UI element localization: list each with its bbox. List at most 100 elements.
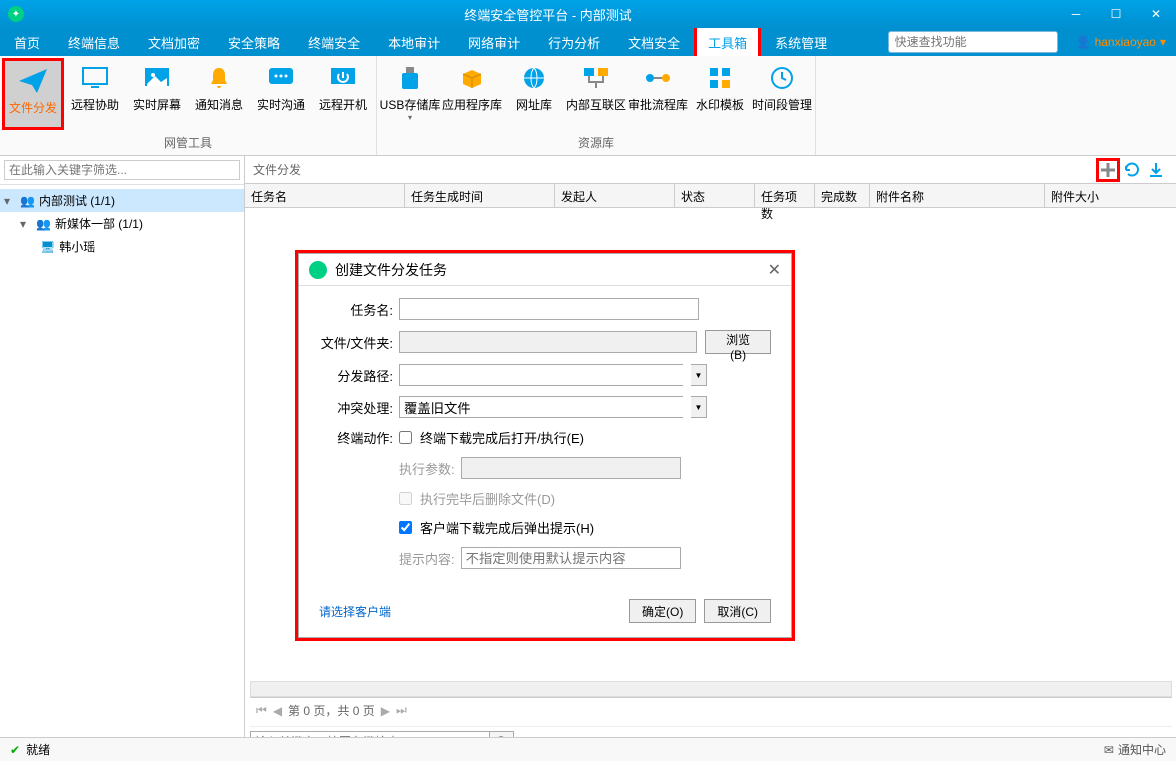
- chevron-down-icon: ▾: [1160, 35, 1166, 49]
- tree-node-dept[interactable]: ▾ 👥 新媒体一部 (1/1): [0, 212, 244, 235]
- ribbon-watermark[interactable]: 水印模板: [689, 58, 751, 130]
- expand-icon: ▾: [4, 194, 16, 208]
- menu-sysadmin[interactable]: 系统管理: [761, 28, 841, 56]
- label-taskname: 任务名:: [319, 300, 399, 319]
- minimize-button[interactable]: ─: [1064, 2, 1088, 26]
- menu-doc-encrypt[interactable]: 文档加密: [134, 28, 214, 56]
- tree-label: 新媒体一部 (1/1): [55, 215, 143, 232]
- monitor-icon: [79, 64, 111, 92]
- cancel-button[interactable]: 取消(C): [704, 599, 771, 623]
- exec-params-input: [461, 457, 681, 479]
- ok-button[interactable]: 确定(O): [629, 599, 696, 623]
- page-info: 第 0 页，共 0 页: [288, 702, 375, 719]
- dialog-title-text: 创建文件分发任务: [335, 260, 768, 280]
- ribbon-group-resources: USB存储库 ▾ 应用程序库 网址库 内部互联区 审批流程库 水印模板: [377, 56, 816, 155]
- tree-label: 韩小瑶: [59, 238, 95, 255]
- conflict-select[interactable]: [399, 396, 683, 418]
- page-prev[interactable]: ◀: [273, 704, 282, 718]
- col-attach-name[interactable]: 附件名称: [870, 184, 1045, 207]
- menu-terminal-security[interactable]: 终端安全: [294, 28, 374, 56]
- statusbar: ✔ 就绪 ✉ 通知中心: [0, 737, 1176, 761]
- ribbon-notify-message[interactable]: 通知消息: [188, 58, 250, 130]
- taskname-input[interactable]: [399, 298, 699, 320]
- file-folder-input[interactable]: [399, 331, 697, 353]
- page-last[interactable]: ⏭: [396, 703, 407, 718]
- dialog-icon: [309, 261, 327, 279]
- main-title: 文件分发: [253, 161, 1096, 178]
- tip-content-input[interactable]: [461, 547, 681, 569]
- notify-center[interactable]: ✉ 通知中心: [1104, 741, 1166, 758]
- user-menu[interactable]: 👤 hanxiaoyao ▾: [1066, 35, 1176, 49]
- menu-toolbox[interactable]: 工具箱: [694, 28, 761, 56]
- pagination: ⏮ ◀ 第 0 页，共 0 页 ▶ ⏭: [250, 697, 1172, 723]
- col-done[interactable]: 完成数: [815, 184, 870, 207]
- download-button[interactable]: [1144, 158, 1168, 182]
- tree-label: 内部测试 (1/1): [39, 192, 115, 209]
- group-icon: 👥: [36, 217, 51, 231]
- browse-button[interactable]: 浏览(B): [705, 330, 771, 354]
- distribute-path-input[interactable]: [399, 364, 683, 386]
- label-tip-content: 提示内容:: [399, 549, 461, 568]
- picture-icon: [141, 64, 173, 92]
- ribbon-file-distribute[interactable]: 文件分发: [2, 58, 64, 130]
- conflict-dropdown[interactable]: ▼: [691, 396, 707, 418]
- mail-icon: ✉: [1104, 743, 1114, 757]
- app-logo-icon: ✦: [8, 6, 24, 22]
- globe-icon: [518, 64, 550, 92]
- label-conflict: 冲突处理:: [319, 398, 399, 417]
- clock-icon: [766, 64, 798, 92]
- ribbon-group-label: 资源库: [377, 132, 815, 155]
- computer-icon: 🖥: [40, 240, 55, 254]
- user-name: hanxiaoyao: [1095, 35, 1156, 49]
- ribbon-app-library[interactable]: 应用程序库: [441, 58, 503, 130]
- create-task-dialog: 创建文件分发任务 ✕ 任务名: 文件/文件夹: 浏览(B) 分发路径: ▼: [295, 250, 795, 641]
- tree-node-user[interactable]: 🖥 韩小瑶: [0, 235, 244, 258]
- col-items[interactable]: 任务项数: [755, 184, 815, 207]
- col-initiator[interactable]: 发起人: [555, 184, 675, 207]
- sidebar-filter-input[interactable]: [4, 160, 240, 180]
- dialog-close-button[interactable]: ✕: [768, 260, 781, 280]
- ribbon-realtime-screen[interactable]: 实时屏幕: [126, 58, 188, 130]
- menu-security-policy[interactable]: 安全策略: [214, 28, 294, 56]
- col-time[interactable]: 任务生成时间: [405, 184, 555, 207]
- tree: ▾ 👥 内部测试 (1/1) ▾ 👥 新媒体一部 (1/1) 🖥 韩小瑶: [0, 185, 244, 262]
- menu-terminal-info[interactable]: 终端信息: [54, 28, 134, 56]
- menu-network-audit[interactable]: 网络审计: [454, 28, 534, 56]
- page-next[interactable]: ▶: [381, 704, 390, 718]
- ribbon-approval-flow[interactable]: 审批流程库: [627, 58, 689, 130]
- dialog-titlebar: 创建文件分发任务 ✕: [299, 254, 791, 286]
- ribbon-remote-power[interactable]: 远程开机: [312, 58, 374, 130]
- select-client-link[interactable]: 请选择客户端: [319, 603, 391, 620]
- menu-behavior[interactable]: 行为分析: [534, 28, 614, 56]
- col-attach-size[interactable]: 附件大小: [1045, 184, 1176, 207]
- ribbon-time-manage[interactable]: 时间段管理: [751, 58, 813, 130]
- popup-checkbox[interactable]: [399, 521, 412, 534]
- menu-home[interactable]: 首页: [0, 28, 54, 56]
- global-search: [888, 31, 1058, 53]
- menu-doc-security[interactable]: 文档安全: [614, 28, 694, 56]
- execute-checkbox[interactable]: [399, 431, 412, 444]
- horizontal-scrollbar[interactable]: [250, 681, 1172, 697]
- col-status[interactable]: 状态: [675, 184, 755, 207]
- titlebar: ✦ 终端安全管控平台 - 内部测试 ─ ☐ ✕: [0, 0, 1176, 28]
- add-button[interactable]: [1096, 158, 1120, 182]
- maximize-button[interactable]: ☐: [1104, 2, 1128, 26]
- tree-node-root[interactable]: ▾ 👥 内部测试 (1/1): [0, 189, 244, 212]
- page-first[interactable]: ⏮: [256, 703, 267, 718]
- ribbon-realtime-chat[interactable]: 实时沟通: [250, 58, 312, 130]
- ribbon-url-library[interactable]: 网址库: [503, 58, 565, 130]
- ribbon-internal-net[interactable]: 内部互联区: [565, 58, 627, 130]
- global-search-input[interactable]: [888, 31, 1058, 53]
- col-taskname[interactable]: 任务名: [245, 184, 405, 207]
- delete-checkbox: [399, 492, 412, 505]
- refresh-button[interactable]: [1120, 158, 1144, 182]
- path-dropdown[interactable]: ▼: [691, 364, 707, 386]
- menu-local-audit[interactable]: 本地审计: [374, 28, 454, 56]
- ribbon-usb-storage[interactable]: USB存储库 ▾: [379, 58, 441, 130]
- sidebar: ▾ 👥 内部测试 (1/1) ▾ 👥 新媒体一部 (1/1) 🖥 韩小瑶: [0, 156, 245, 756]
- close-button[interactable]: ✕: [1144, 2, 1168, 26]
- bell-icon: [203, 64, 235, 92]
- ribbon-remote-assist[interactable]: 远程协助: [64, 58, 126, 130]
- chat-icon: [265, 64, 297, 92]
- usb-icon: [394, 64, 426, 92]
